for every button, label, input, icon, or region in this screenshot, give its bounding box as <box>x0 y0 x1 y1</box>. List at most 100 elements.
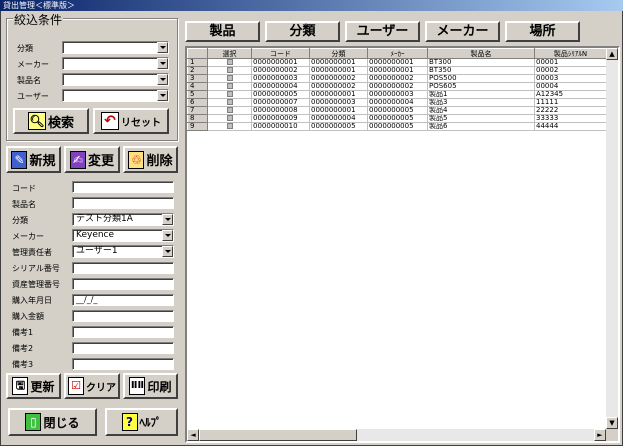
table-cell[interactable]: 0000000005 <box>309 122 368 131</box>
table-cell[interactable]: 44444 <box>534 122 607 131</box>
delete-button[interactable]: ♲ 削除 <box>123 146 178 173</box>
note2-field[interactable] <box>72 342 174 354</box>
scroll-down-icon[interactable]: ▼ <box>606 417 618 429</box>
table-cell[interactable]: BT300 <box>427 58 535 67</box>
table-cell[interactable]: 0000000002 <box>367 82 428 91</box>
column-header-code[interactable]: コード <box>251 48 310 59</box>
column-header-maker[interactable]: ﾒｰｶｰ <box>367 48 428 59</box>
table-cell[interactable]: 製品5 <box>427 114 535 123</box>
table-cell[interactable]: 0000000001 <box>309 66 368 75</box>
table-cell[interactable]: BT350 <box>427 66 535 75</box>
select-cell[interactable] <box>207 90 252 99</box>
table-cell[interactable]: 製品3 <box>427 98 535 107</box>
table-cell[interactable]: 0000000002 <box>367 74 428 83</box>
select-cell[interactable] <box>207 122 252 131</box>
table-cell[interactable]: 0000000003 <box>367 90 428 99</box>
table-cell[interactable]: 33333 <box>534 114 607 123</box>
select-checkbox[interactable] <box>227 123 233 129</box>
tab-maker[interactable]: メーカー <box>425 21 500 42</box>
row-number-cell[interactable]: 9 <box>187 122 208 131</box>
note1-field[interactable] <box>72 326 174 338</box>
chevron-down-icon[interactable] <box>157 58 168 69</box>
asset-number-field[interactable] <box>72 278 174 290</box>
table-cell[interactable]: 00004 <box>534 82 607 91</box>
table-cell[interactable]: 11111 <box>534 98 607 107</box>
row-number-cell[interactable]: 3 <box>187 74 208 83</box>
table-row[interactable]: 8 0000000009 0000000004 0000000005 製品5 33333 <box>187 114 607 123</box>
select-checkbox[interactable] <box>227 59 233 65</box>
row-number-cell[interactable]: 5 <box>187 90 208 99</box>
filter-user-select[interactable] <box>62 89 169 102</box>
table-cell[interactable]: 0000000005 <box>367 114 428 123</box>
table-cell[interactable]: 0000000001 <box>251 58 310 67</box>
row-number-cell[interactable]: 6 <box>187 98 208 107</box>
table-row[interactable]: 9 0000000010 0000000005 0000000005 製品6 44444 <box>187 122 607 131</box>
manager-select[interactable]: ユーザー1 <box>72 245 174 258</box>
table-cell[interactable]: 0000000001 <box>367 58 428 67</box>
scroll-left-icon[interactable]: ◄ <box>187 429 199 441</box>
table-row[interactable]: 3 0000000003 0000000002 0000000002 POS500 000… <box>187 74 607 83</box>
select-cell[interactable] <box>207 66 252 75</box>
table-cell[interactable]: POS500 <box>427 74 535 83</box>
table-cell[interactable]: 0000000004 <box>367 98 428 107</box>
filter-product-select[interactable] <box>62 73 169 86</box>
table-cell[interactable]: 00001 <box>534 58 607 67</box>
table-row[interactable]: 1 0000000001 0000000001 0000000001 BT300 0000… <box>187 58 607 67</box>
column-header-select[interactable]: 選択 <box>207 48 252 59</box>
chevron-down-icon[interactable] <box>162 246 173 257</box>
table-cell[interactable]: A12345 <box>534 90 607 99</box>
row-number-cell[interactable]: 8 <box>187 114 208 123</box>
chevron-down-icon[interactable] <box>157 90 168 101</box>
table-cell[interactable]: 0000000010 <box>251 122 310 131</box>
table-cell[interactable]: 0000000001 <box>309 90 368 99</box>
select-checkbox[interactable] <box>227 115 233 121</box>
reset-button[interactable]: ↶ リセット <box>93 108 169 134</box>
select-cell[interactable] <box>207 106 252 115</box>
close-button[interactable]: ▯ 閉じる <box>8 408 97 436</box>
scroll-up-icon[interactable]: ▲ <box>606 48 618 60</box>
table-cell[interactable]: POS605 <box>427 82 535 91</box>
select-checkbox[interactable] <box>227 67 233 73</box>
table-cell[interactable]: 0000000001 <box>367 66 428 75</box>
table-row[interactable]: 5 0000000005 0000000001 0000000003 製品1 A12345 <box>187 90 607 99</box>
filter-category-select[interactable] <box>62 41 169 54</box>
table-cell[interactable]: 0000000003 <box>251 74 310 83</box>
product-name-field[interactable] <box>72 197 174 209</box>
table-row[interactable]: 2 0000000002 0000000001 0000000001 BT350 0000… <box>187 66 607 75</box>
select-checkbox[interactable] <box>227 107 233 113</box>
table-cell[interactable]: 0000000005 <box>251 90 310 99</box>
column-header-category[interactable]: 分類 <box>309 48 368 59</box>
serial-field[interactable] <box>72 262 174 274</box>
category-select[interactable]: テスト分類1A <box>72 213 174 226</box>
clear-button[interactable]: ☑ クリア <box>64 373 120 399</box>
select-checkbox[interactable] <box>227 83 233 89</box>
table-cell[interactable]: 0000000009 <box>251 114 310 123</box>
table-cell[interactable]: 0000000004 <box>309 114 368 123</box>
maker-select[interactable]: Keyence <box>72 229 174 242</box>
note3-field[interactable] <box>72 358 174 370</box>
table-cell[interactable]: 0000000002 <box>309 74 368 83</box>
select-checkbox[interactable] <box>227 91 233 97</box>
tab-user[interactable]: ユーザー <box>345 21 420 42</box>
table-row[interactable]: 7 0000000008 0000000001 0000000005 製品4 22222 <box>187 106 607 115</box>
update-button[interactable]: 🖫︎ 更新 <box>6 373 61 399</box>
select-cell[interactable] <box>207 58 252 67</box>
column-header-product-name[interactable]: 製品名 <box>427 48 535 59</box>
edit-button[interactable]: ✍ 変更 <box>64 146 120 173</box>
table-cell[interactable]: 0000000003 <box>309 98 368 107</box>
row-number-cell[interactable]: 2 <box>187 66 208 75</box>
vertical-scrollbar[interactable]: ▲ ▼ <box>606 48 618 429</box>
table-cell[interactable]: 製品6 <box>427 122 535 131</box>
row-number-cell[interactable]: 1 <box>187 58 208 67</box>
search-button[interactable]: 🔍︎ 検索 <box>13 108 89 134</box>
chevron-down-icon[interactable] <box>157 74 168 85</box>
select-cell[interactable] <box>207 114 252 123</box>
new-button[interactable]: ✎ 新規 <box>6 146 61 173</box>
table-cell[interactable]: 00003 <box>534 74 607 83</box>
tab-product[interactable]: 製品 <box>185 21 260 42</box>
table-row[interactable]: 6 0000000007 0000000003 0000000004 製品3 11111 <box>187 98 607 107</box>
table-row[interactable]: 4 0000000004 0000000002 0000000002 POS605 000… <box>187 82 607 91</box>
table-cell[interactable]: 0000000007 <box>251 98 310 107</box>
table-cell[interactable]: 0000000002 <box>251 66 310 75</box>
table-cell[interactable]: 0000000001 <box>309 106 368 115</box>
